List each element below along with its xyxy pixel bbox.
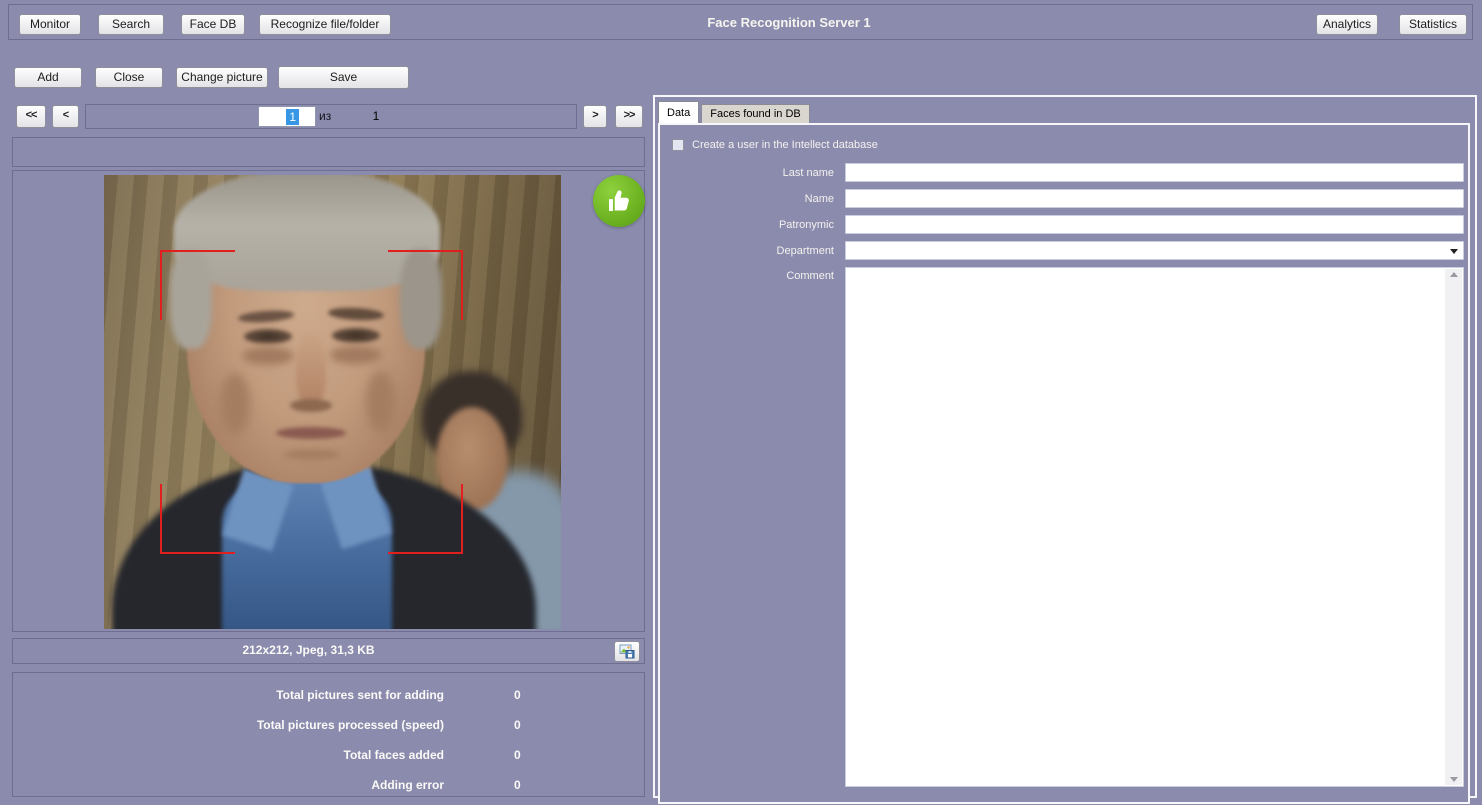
data-tab-page: Create a user in the Intellect database …	[658, 123, 1470, 804]
create-user-label: Create a user in the Intellect database	[692, 139, 878, 151]
subject-cheek-shadow	[220, 373, 250, 435]
stat-row: Adding error 0	[13, 770, 644, 800]
stat-label: Total pictures processed (speed)	[13, 718, 444, 732]
photo-viewer	[12, 170, 645, 632]
stat-row: Total faces added 0	[13, 740, 644, 770]
save-button[interactable]: Save	[278, 66, 409, 89]
top-toolbar: Monitor Search Face DB Recognize file/fo…	[8, 4, 1473, 40]
subject-nose	[296, 333, 326, 407]
stat-label: Total faces added	[13, 748, 444, 762]
subject-eye-shadow	[242, 347, 294, 365]
subject-nostrils	[290, 399, 332, 412]
face-detection-bracket	[160, 250, 235, 320]
change-picture-button[interactable]: Change picture	[176, 67, 268, 88]
subject-eye	[244, 329, 292, 344]
form-row: Name	[660, 189, 1466, 208]
stat-value: 0	[514, 688, 521, 702]
subject-eye-shadow	[330, 346, 382, 364]
form-row: Comment	[660, 267, 1466, 787]
page-number-value: 1	[286, 109, 299, 125]
stat-value: 0	[514, 778, 521, 792]
form-row: Last name	[660, 163, 1466, 182]
status-strip	[12, 137, 645, 167]
face-detection-bracket	[160, 484, 235, 554]
comment-textarea[interactable]	[845, 267, 1464, 787]
patronymic-label: Patronymic	[660, 219, 834, 231]
page-number-input[interactable]: 1	[258, 106, 316, 127]
subject-mouth	[276, 427, 346, 439]
first-page-button[interactable]: <<	[16, 105, 46, 128]
stat-label: Adding error	[13, 778, 444, 792]
details-panel: Data Faces found in DB Create a user in …	[653, 95, 1477, 798]
last-name-field[interactable]	[845, 163, 1464, 182]
add-button[interactable]: Add	[14, 67, 82, 88]
pager-of-label: из	[319, 109, 331, 123]
photo	[104, 175, 561, 629]
face-detection-bracket	[388, 484, 463, 554]
thumbs-up-icon	[593, 175, 645, 227]
stat-row: Total pictures sent for adding 0	[13, 680, 644, 710]
department-select[interactable]	[845, 241, 1464, 260]
form-row: Patronymic	[660, 215, 1466, 234]
scroll-up-icon[interactable]	[1450, 272, 1458, 277]
next-page-button[interactable]: >	[583, 105, 607, 128]
tab-faces-found-in-db[interactable]: Faces found in DB	[701, 104, 810, 123]
stat-row: Total pictures processed (speed) 0	[13, 710, 644, 740]
monitor-button[interactable]: Monitor	[19, 14, 81, 35]
close-button[interactable]: Close	[95, 67, 163, 88]
face-db-button[interactable]: Face DB	[181, 14, 245, 35]
stat-value: 0	[514, 748, 521, 762]
analytics-button[interactable]: Analytics	[1316, 14, 1378, 35]
stat-value: 0	[514, 718, 521, 732]
subject-cheek-shadow	[366, 371, 396, 433]
face-detection-bracket	[388, 250, 463, 320]
name-field[interactable]	[845, 189, 1464, 208]
comment-scrollbar[interactable]	[1445, 269, 1462, 785]
stat-label: Total pictures sent for adding	[13, 688, 444, 702]
recognize-file-folder-button[interactable]: Recognize file/folder	[259, 14, 391, 35]
scroll-down-icon[interactable]	[1450, 777, 1458, 782]
patronymic-field[interactable]	[845, 215, 1464, 234]
name-label: Name	[660, 193, 834, 205]
adding-stats-panel: Total pictures sent for adding 0 Total p…	[12, 672, 645, 797]
tab-strip: Data Faces found in DB	[658, 101, 1470, 123]
image-info: 212x212, Jpeg, 31,3 KB	[13, 643, 604, 657]
subject-eye	[332, 328, 380, 343]
subject-chin	[284, 449, 340, 460]
chevron-down-icon	[1450, 249, 1458, 254]
last-name-label: Last name	[660, 167, 834, 179]
create-user-row: Create a user in the Intellect database	[672, 139, 1466, 151]
save-image-icon[interactable]	[614, 641, 640, 662]
form-row: Department	[660, 241, 1466, 260]
window-title: Face Recognition Server 1	[707, 15, 870, 30]
image-info-bar: 212x212, Jpeg, 31,3 KB	[12, 638, 645, 664]
statistics-button[interactable]: Statistics	[1399, 14, 1467, 35]
pager: << < 1 из 1 > >>	[12, 103, 645, 130]
search-button[interactable]: Search	[98, 14, 164, 35]
page-total: 1	[348, 106, 404, 128]
last-page-button[interactable]: >>	[615, 105, 643, 128]
department-label: Department	[660, 245, 834, 257]
comment-label: Comment	[660, 270, 834, 282]
create-user-checkbox[interactable]	[672, 139, 684, 151]
prev-page-button[interactable]: <	[52, 105, 79, 128]
tab-data[interactable]: Data	[658, 101, 699, 123]
pager-middle: 1 из 1	[85, 104, 577, 129]
